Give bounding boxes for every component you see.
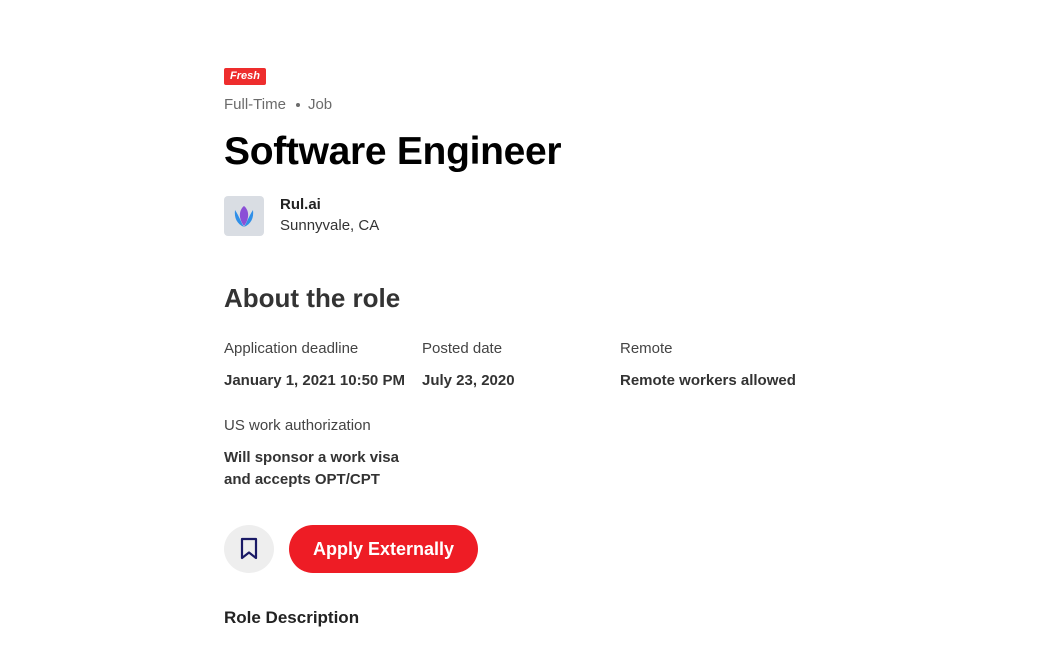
company-logo[interactable]	[224, 196, 264, 236]
company-text: Rul.ai Sunnyvale, CA	[280, 195, 379, 237]
job-page: Fresh Full-Time Job Software Engineer Ru…	[0, 0, 1052, 663]
bookmark-icon	[240, 537, 258, 560]
company-location: Sunnyvale, CA	[280, 217, 380, 234]
tulip-logo-icon	[234, 206, 254, 227]
company-name[interactable]: Rul.ai	[280, 195, 379, 215]
company-info: Rul.ai Sunnyvale, CA	[224, 195, 824, 237]
detail-application-deadline: Application deadline January 1, 2021 10:…	[224, 339, 422, 392]
job-actions: Apply Externally	[224, 525, 824, 573]
job-content: Fresh Full-Time Job Software Engineer Ru…	[224, 66, 824, 629]
job-title: Software Engineer	[224, 130, 562, 173]
detail-value: July 23, 2020	[422, 372, 515, 389]
detail-label: Posted date	[422, 340, 503, 357]
detail-label: Application deadline	[224, 340, 359, 357]
detail-value: January 1, 2021 10:50 PM	[224, 372, 405, 389]
role-details-grid: Application deadline January 1, 2021 10:…	[224, 339, 824, 491]
detail-value: Remote workers allowed	[620, 372, 796, 389]
detail-label: US work authorization	[224, 417, 371, 434]
detail-us-work-authorization: US work authorization Will sponsor a wor…	[224, 416, 422, 491]
job-kind: Job	[307, 95, 333, 113]
role-description-heading: Role Description	[224, 608, 360, 627]
detail-label: Remote	[620, 340, 673, 357]
bookmark-button[interactable]	[224, 525, 274, 573]
detail-remote: Remote Remote workers allowed	[620, 339, 818, 392]
job-meta: Full-Time Job	[224, 94, 824, 114]
job-type: Full-Time	[224, 95, 286, 113]
apply-externally-button[interactable]: Apply Externally	[289, 525, 479, 573]
fresh-badge: Fresh	[224, 68, 266, 85]
detail-value: Will sponsor a work visa and accepts OPT…	[224, 449, 399, 488]
separator-dot	[295, 103, 300, 107]
about-role-heading: About the role	[224, 283, 401, 313]
detail-posted-date: Posted date July 23, 2020	[422, 339, 620, 392]
